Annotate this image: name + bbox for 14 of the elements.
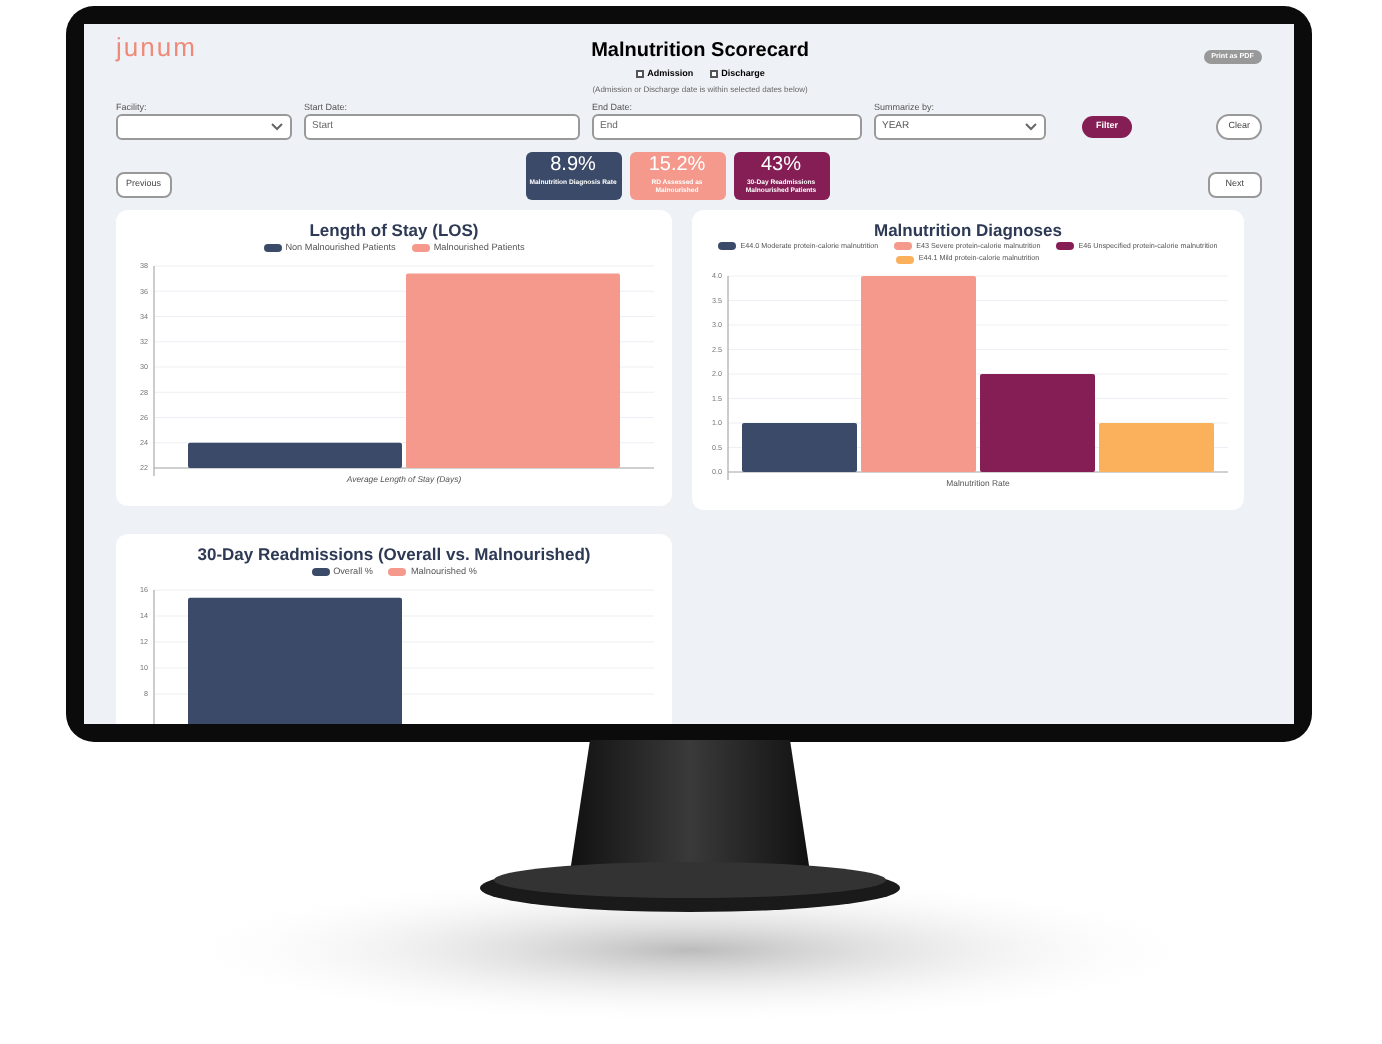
chevron-down-icon (270, 121, 284, 132)
select-field[interactable] (116, 113, 292, 140)
y-axis (153, 588, 155, 724)
checkbox[interactable] (709, 70, 718, 79)
logo: junum (116, 32, 197, 64)
chart-title: Malnutrition Diagnoses (874, 217, 1062, 242)
page-title: Malnutrition Scorecard (591, 40, 809, 64)
chevron-down-icon (1024, 121, 1038, 132)
checkbox[interactable] (635, 70, 644, 79)
chart-title: Length of Stay (LOS) (309, 217, 479, 242)
kpi-value: 43% (761, 153, 802, 178)
kpi-value: 8.9% (550, 153, 596, 178)
chart-title: 30-Day Readmissions (Overall vs. Malnourished) (197, 541, 591, 566)
kpi-value: 15.2% (648, 153, 706, 178)
